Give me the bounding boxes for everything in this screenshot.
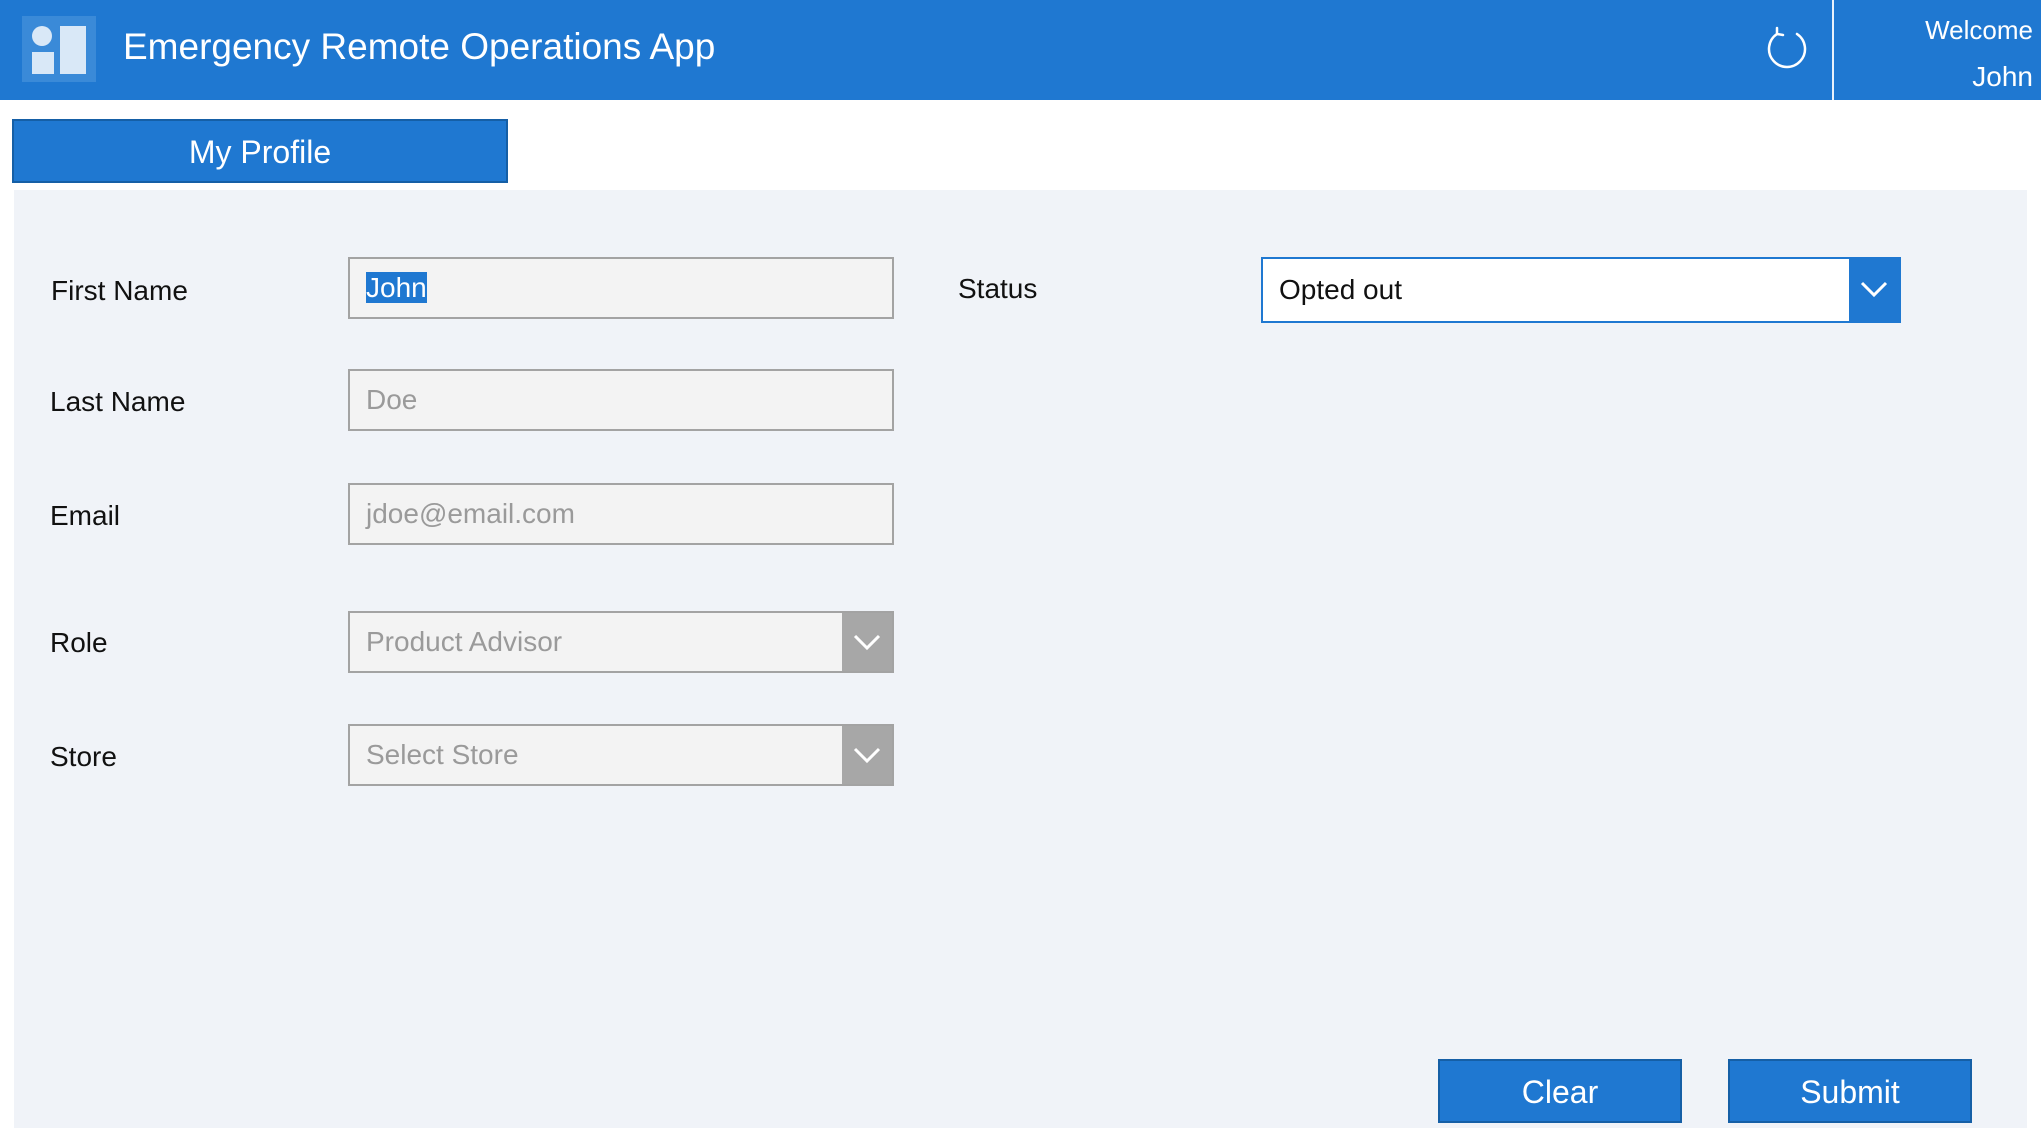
last-name-field[interactable]: Doe — [348, 369, 894, 431]
role-dropdown[interactable]: Product Advisor — [348, 611, 894, 673]
app-header: Emergency Remote Operations App Welcome … — [0, 0, 2041, 100]
app-title: Emergency Remote Operations App — [123, 26, 716, 67]
email-field[interactable]: jdoe@email.com — [348, 483, 894, 545]
profile-form-panel — [14, 190, 2027, 1128]
email-label: Email — [50, 500, 121, 531]
role-placeholder: Product Advisor — [366, 626, 563, 657]
chevron-down-icon[interactable] — [1849, 259, 1899, 321]
app-logo-icon — [22, 16, 96, 82]
role-label: Role — [50, 627, 108, 658]
store-placeholder: Select Store — [366, 739, 519, 770]
first-name-field[interactable]: John — [348, 257, 894, 319]
status-label: Status — [958, 273, 1038, 304]
chevron-down-icon[interactable] — [842, 613, 892, 671]
store-dropdown[interactable]: Select Store — [348, 724, 894, 786]
email-placeholder: jdoe@email.com — [366, 498, 575, 529]
last-name-label: Last Name — [50, 386, 186, 417]
clear-button[interactable]: Clear — [1438, 1059, 1682, 1123]
welcome-text: Welcome — [1925, 15, 2033, 45]
refresh-icon[interactable] — [1764, 26, 1810, 72]
first-name-label: First Name — [51, 275, 188, 306]
status-dropdown[interactable]: Opted out — [1261, 257, 1901, 323]
status-value: Opted out — [1279, 274, 1402, 305]
last-name-placeholder: Doe — [366, 384, 418, 415]
chevron-down-icon[interactable] — [842, 726, 892, 784]
store-label: Store — [50, 741, 117, 772]
first-name-value: John — [366, 272, 427, 303]
header-divider — [1832, 0, 1834, 100]
tab-my-profile[interactable]: My Profile — [12, 119, 508, 183]
user-name: John — [1972, 61, 2033, 92]
submit-button[interactable]: Submit — [1728, 1059, 1972, 1123]
